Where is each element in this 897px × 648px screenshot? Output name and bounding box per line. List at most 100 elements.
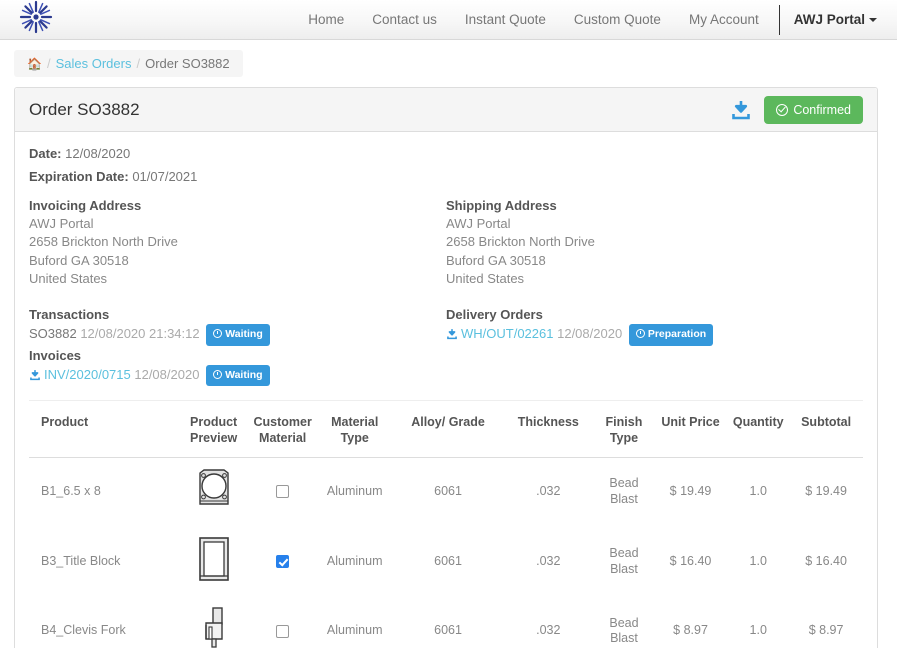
clock-icon bbox=[213, 328, 223, 338]
addresses-row: Invoicing Address AWJ Portal 2658 Brickt… bbox=[29, 198, 863, 289]
invoice-code-link[interactable]: INV/2020/0715 bbox=[44, 367, 131, 382]
table-row: B3_Title Block Aluminum 6061 .032 Bead Blas… bbox=[29, 526, 863, 597]
cell-subtotal: $ 19.49 bbox=[805, 484, 847, 499]
transaction-state-badge: Waiting bbox=[206, 323, 270, 346]
order-panel-body: Date: 12/08/2020 Expiration Date: 01/07/… bbox=[15, 132, 877, 648]
cell-quantity: 1.0 bbox=[749, 484, 767, 499]
breadcrumb-separator-1: / bbox=[46, 56, 51, 71]
download-icon[interactable] bbox=[730, 99, 752, 121]
transaction-state-label: Waiting bbox=[225, 327, 263, 340]
cell-product-preview bbox=[178, 526, 250, 597]
order-date-label: Date: bbox=[29, 146, 62, 161]
documents-left-column: Transactions SO3882 12/08/2020 21:34:12 … bbox=[29, 307, 446, 387]
status-badge: Confirmed bbox=[764, 95, 863, 124]
invoicing-address-block: Invoicing Address AWJ Portal 2658 Brickt… bbox=[29, 198, 446, 289]
order-expiration-label: Expiration Date: bbox=[29, 169, 129, 184]
order-expiration-value: 01/07/2021 bbox=[132, 169, 198, 184]
customer-material-checkbox[interactable] bbox=[276, 624, 290, 638]
cell-finish-type: Bead Blast bbox=[609, 476, 639, 506]
column-header-customer-material: Customer Material bbox=[249, 403, 316, 458]
shipping-address-line: United States bbox=[446, 271, 525, 287]
breadcrumb-wrapper: 🏠 / Sales Orders / Order SO3882 bbox=[0, 40, 897, 77]
cell-material-type: Aluminum bbox=[326, 553, 383, 568]
delivery-order-date: 12/08/2020 bbox=[557, 325, 623, 341]
order-lines-table: Product Product Preview Customer Materia… bbox=[29, 403, 863, 648]
cell-quantity: 1.0 bbox=[749, 623, 767, 638]
cell-finish-type: Bead Blast bbox=[609, 615, 639, 646]
cell-alloy-grade: 6061 bbox=[434, 484, 462, 499]
cell-thickness: .032 bbox=[536, 623, 561, 638]
column-header-thickness: Thickness bbox=[502, 403, 595, 458]
breadcrumb: 🏠 / Sales Orders / Order SO3882 bbox=[14, 50, 243, 77]
check-circle-icon bbox=[776, 103, 789, 116]
cell-subtotal: $ 8.97 bbox=[808, 623, 844, 638]
shipping-address-line: Buford GA 30518 bbox=[446, 252, 546, 268]
order-date-value: 12/08/2020 bbox=[65, 146, 131, 161]
part-drawing-flange-icon bbox=[194, 468, 234, 515]
delivery-order-line: WH/OUT/02261 12/08/2020 Preparation bbox=[446, 323, 853, 346]
cell-unit-price: $ 16.40 bbox=[669, 553, 712, 568]
clock-icon bbox=[635, 328, 645, 338]
top-navbar: Home Contact us Instant Quote Custom Quo… bbox=[0, 0, 897, 40]
cell-alloy-grade: 6061 bbox=[434, 553, 462, 568]
shipping-address-block: Shipping Address AWJ Portal 2658 Brickto… bbox=[446, 198, 863, 289]
transaction-code: SO3882 bbox=[29, 325, 77, 341]
customer-material-checkbox[interactable] bbox=[276, 554, 290, 568]
user-menu[interactable]: AWJ Portal bbox=[782, 0, 889, 40]
nav-item-instant-quote[interactable]: Instant Quote bbox=[451, 0, 560, 40]
breadcrumb-item-current: Order SO3882 bbox=[145, 56, 230, 71]
column-header-alloy-grade: Alloy/ Grade bbox=[393, 403, 503, 458]
nav-item-home[interactable]: Home bbox=[294, 0, 358, 40]
cell-finish-type: Bead Blast bbox=[609, 545, 639, 576]
invoicing-address-title: Invoicing Address bbox=[29, 198, 142, 213]
nav-links: Home Contact us Instant Quote Custom Quo… bbox=[294, 0, 897, 40]
invoicing-address-line: United States bbox=[29, 271, 108, 287]
home-icon: 🏠 bbox=[27, 57, 42, 71]
nav-divider bbox=[778, 4, 780, 35]
user-menu-label: AWJ Portal bbox=[793, 11, 865, 27]
cell-product: B3_Title Block bbox=[41, 553, 121, 568]
cell-material-type: Aluminum bbox=[326, 484, 383, 499]
column-header-subtotal: Subtotal bbox=[789, 403, 863, 458]
page-title: Order SO3882 bbox=[29, 99, 140, 119]
invoicing-address-line: Buford GA 30518 bbox=[29, 252, 129, 268]
invoice-state-badge: Waiting bbox=[206, 364, 270, 387]
delivery-order-code-link[interactable]: WH/OUT/02261 bbox=[461, 326, 553, 341]
breadcrumb-home-link[interactable]: 🏠 bbox=[27, 56, 42, 71]
breadcrumb-separator-2: / bbox=[136, 56, 141, 71]
cell-product: B4_Clevis Fork bbox=[41, 623, 126, 638]
cell-thickness: .032 bbox=[536, 484, 561, 499]
nav-item-contact-us[interactable]: Contact us bbox=[358, 0, 451, 40]
cell-thickness: .032 bbox=[536, 553, 561, 568]
caret-down-icon bbox=[869, 17, 877, 22]
cell-customer-material bbox=[249, 526, 315, 597]
cell-quantity: 1.0 bbox=[749, 553, 767, 568]
invoice-line: INV/2020/0715 12/08/2020 Waiting bbox=[29, 364, 436, 387]
breadcrumb-item-sales-orders[interactable]: Sales Orders bbox=[56, 56, 132, 71]
cell-subtotal: $ 16.40 bbox=[805, 553, 847, 568]
documents-right-column: Delivery Orders WH/OUT/02261 12/08/2020 … bbox=[446, 307, 863, 387]
download-icon[interactable] bbox=[29, 367, 41, 387]
invoicing-address-line: AWJ Portal bbox=[29, 216, 94, 231]
part-drawing-block-icon bbox=[197, 537, 231, 585]
order-lines-head: Product Product Preview Customer Materia… bbox=[29, 403, 863, 458]
delivery-orders-title: Delivery Orders bbox=[446, 306, 543, 322]
nav-item-custom-quote[interactable]: Custom Quote bbox=[560, 0, 675, 40]
invoices-title: Invoices bbox=[29, 347, 82, 363]
cell-customer-material bbox=[249, 597, 315, 648]
cell-product-preview bbox=[178, 457, 250, 526]
order-panel-header: Order SO3882 Confirmed bbox=[15, 88, 877, 132]
nav-item-my-account[interactable]: My Account bbox=[675, 0, 773, 40]
invoicing-address-line: 2658 Brickton North Drive bbox=[29, 234, 178, 250]
order-panel: Order SO3882 Confirmed Date: 12/08/2020 … bbox=[14, 87, 878, 648]
cell-unit-price: $ 19.49 bbox=[669, 484, 712, 499]
transaction-date: 12/08/2020 21:34:12 bbox=[80, 325, 200, 341]
customer-material-checkbox[interactable] bbox=[276, 485, 290, 499]
cell-product: B1_6.5 x 8 bbox=[41, 484, 101, 499]
brand-logo[interactable] bbox=[6, 0, 66, 40]
documents-row: Transactions SO3882 12/08/2020 21:34:12 … bbox=[29, 307, 863, 387]
download-icon[interactable] bbox=[446, 326, 458, 346]
order-expiration-row: Expiration Date: 01/07/2021 bbox=[29, 169, 863, 184]
shipping-address-line: 2658 Brickton North Drive bbox=[446, 234, 595, 250]
shipping-address-title: Shipping Address bbox=[446, 198, 557, 213]
